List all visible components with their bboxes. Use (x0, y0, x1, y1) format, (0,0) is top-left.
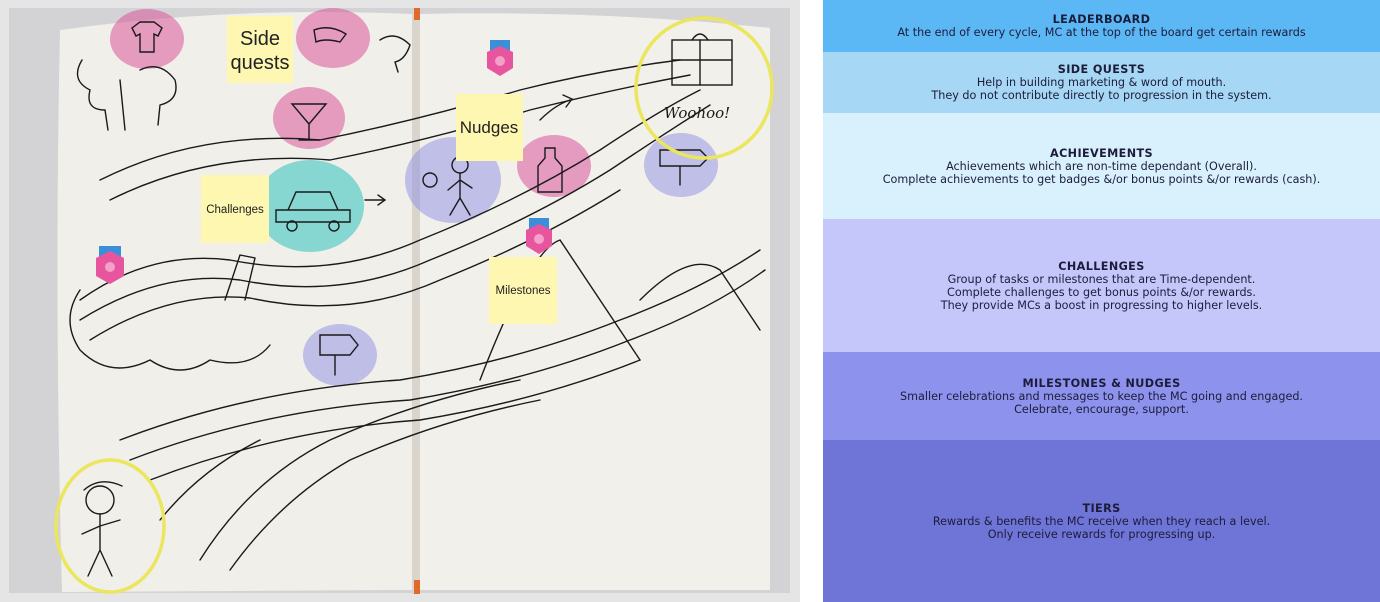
panel-line: Smaller celebrations and messages to kee… (900, 389, 1303, 403)
panel-title: ACHIEVEMENTS (1050, 146, 1153, 160)
sticky-note-nudges: Nudges (456, 94, 523, 161)
panel-milestones-nudges: MILESTONES & NUDGES Smaller celebrations… (823, 352, 1380, 440)
woohoo-text: Woohoo! (664, 104, 730, 122)
panel-line: They provide MCs a boost in progressing … (940, 298, 1263, 312)
sticky-note-milestones: Milestones (489, 257, 557, 324)
sticky-note-challenges: Challenges (201, 175, 269, 243)
sticky-note-side-quests: Side quests (227, 16, 293, 83)
panel-line: Group of tasks or milestones that are Ti… (947, 272, 1256, 286)
panel-achievements: ACHIEVEMENTS Achievements which are non-… (823, 113, 1380, 219)
svg-text:quests: quests (231, 52, 290, 74)
panel-title: TIERS (1082, 501, 1121, 515)
panel-challenges: CHALLENGES Group of tasks or milestones … (823, 219, 1380, 352)
panel-title: SIDE QUESTS (1057, 63, 1146, 76)
panel-leaderboard: LEADERBOARD At the end of every cycle, M… (823, 0, 1380, 52)
panel-title: MILESTONES & NUDGES (1022, 376, 1181, 390)
panel-line: They do not contribute directly to progr… (931, 89, 1272, 102)
panel-line: At the end of every cycle, MC at the top… (897, 26, 1306, 39)
journey-sketch-photo: Woohoo! Side quests Nudges Challenges Mi… (0, 0, 800, 602)
panel-line: Only receive rewards for progressing up. (987, 527, 1216, 541)
panel-line: Rewards & benefits the MC receive when t… (932, 514, 1271, 528)
svg-text:Side: Side (240, 28, 280, 50)
panel-title: CHALLENGES (1058, 259, 1145, 273)
svg-text:Nudges: Nudges (460, 118, 519, 137)
panel-line: Celebrate, encourage, support. (1014, 402, 1189, 416)
svg-text:Challenges: Challenges (206, 204, 264, 216)
panel-tiers: TIERS Rewards & benefits the MC receive … (823, 440, 1380, 602)
panel-side-quests: SIDE QUESTS Help in building marketing &… (823, 52, 1380, 113)
panel-title: LEADERBOARD (1052, 13, 1151, 26)
panel-line: Complete achievements to get badges &/or… (882, 172, 1321, 186)
panel-line: Complete challenges to get bonus points … (947, 285, 1256, 299)
badge-icon (96, 246, 124, 284)
svg-text:Milestones: Milestones (496, 285, 551, 297)
teal-circle (256, 160, 364, 252)
gamification-legend: LEADERBOARD At the end of every cycle, M… (823, 0, 1380, 602)
panel-line: Help in building marketing & word of mou… (976, 76, 1227, 89)
panel-line: Achievements which are non-time dependan… (946, 159, 1257, 173)
